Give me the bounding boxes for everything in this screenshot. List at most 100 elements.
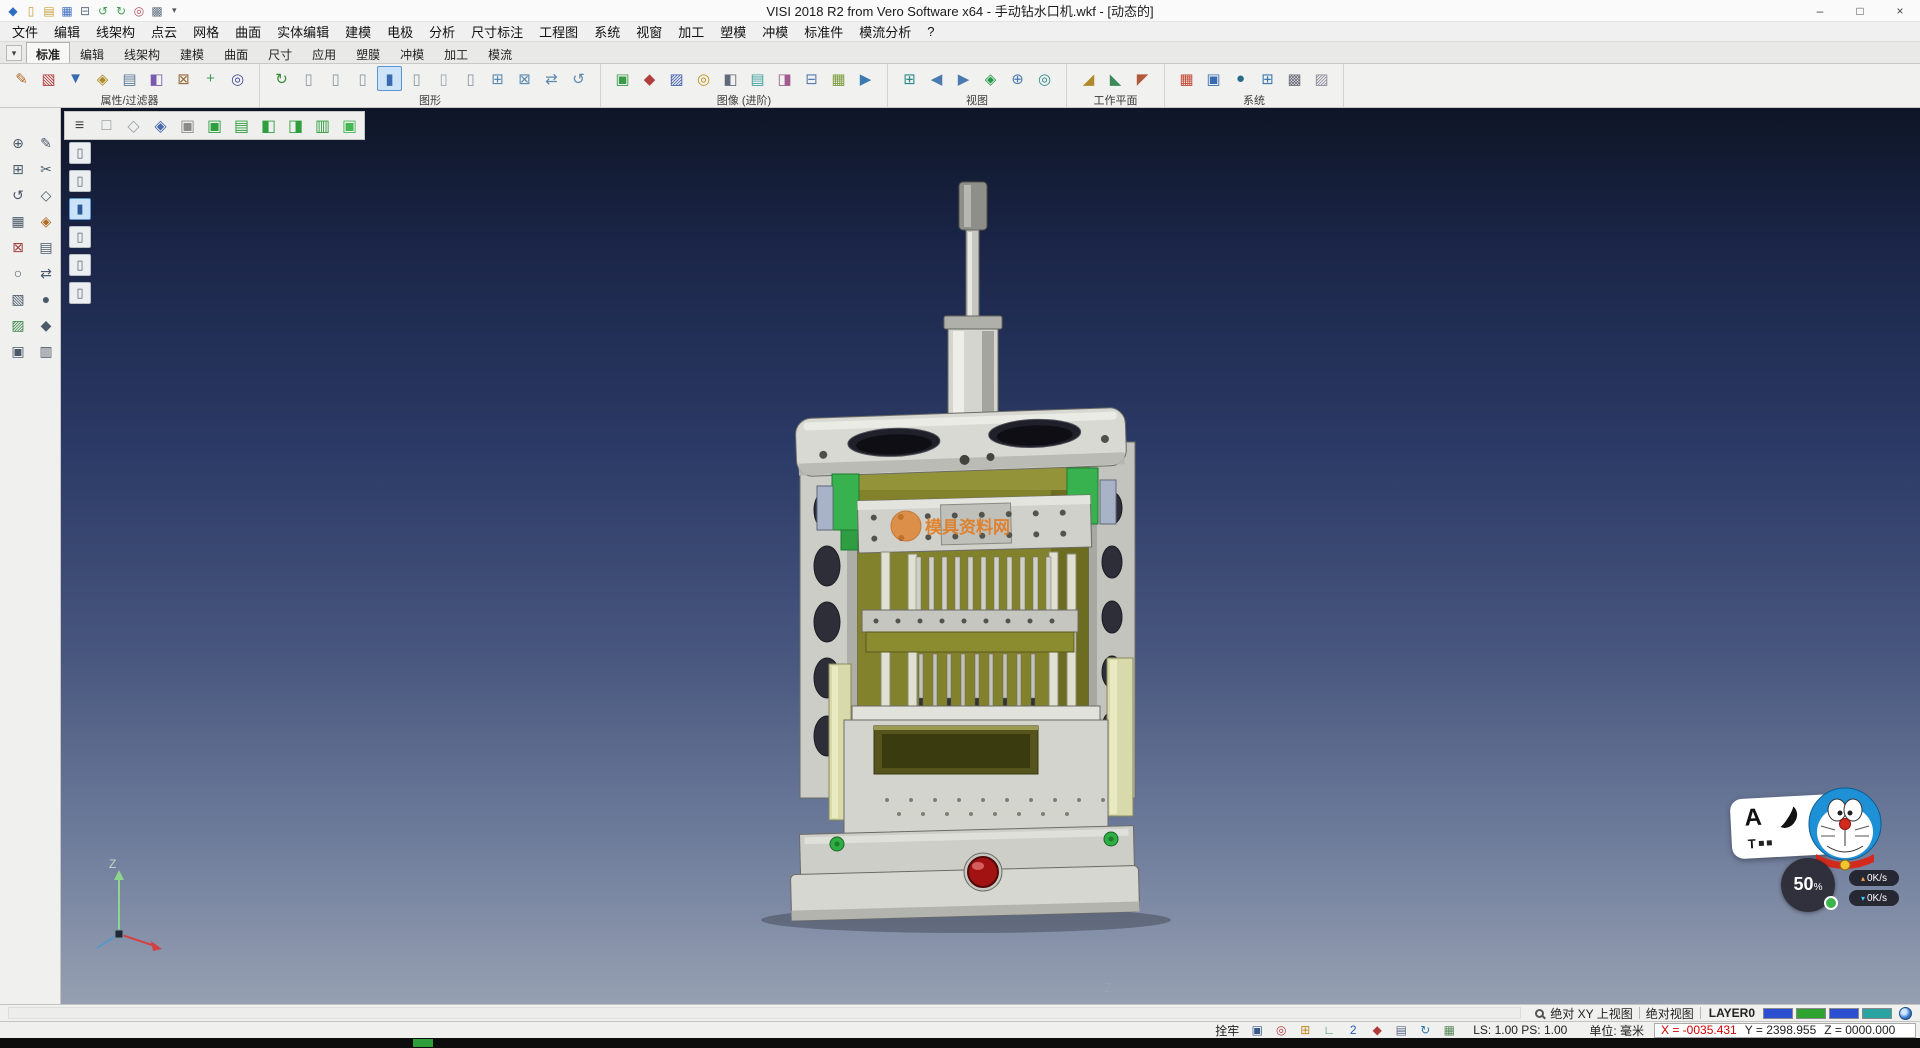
refresh-view-icon[interactable]: ↻: [269, 66, 294, 91]
surface-tool-icon[interactable]: ▨: [6, 313, 30, 337]
menu-item[interactable]: 编辑: [46, 21, 88, 42]
redo-icon[interactable]: ↻: [112, 2, 130, 20]
menu-item[interactable]: 系统: [586, 21, 628, 42]
redraw-icon[interactable]: ▯: [296, 66, 321, 91]
menu-item[interactable]: 模流分析: [851, 21, 919, 42]
search-icon[interactable]: [1535, 1009, 1544, 1018]
machine-base[interactable]: [790, 826, 1139, 921]
view-axes-cube-icon[interactable]: ◈: [148, 113, 173, 138]
world-icon[interactable]: ●: [1228, 66, 1253, 91]
ribbon-tab[interactable]: 编辑: [70, 42, 114, 63]
filter-type-icon[interactable]: ◧: [144, 66, 169, 91]
trim-tool-icon[interactable]: ✂: [34, 157, 58, 181]
layer-color-swatch[interactable]: [1862, 1008, 1892, 1019]
ribbon-tab[interactable]: 模流: [478, 42, 522, 63]
minimize-button[interactable]: –: [1800, 0, 1840, 21]
view-menu-icon[interactable]: ≡: [67, 113, 92, 138]
snap-grid-tool-icon[interactable]: ⊞: [6, 157, 30, 181]
rotate-view-icon[interactable]: ↺: [566, 66, 591, 91]
ribbon-tab[interactable]: 线架构: [114, 42, 170, 63]
menu-item[interactable]: 曲面: [227, 21, 269, 42]
ribbon-tab[interactable]: 尺寸: [258, 42, 302, 63]
tab-caret-icon[interactable]: ▾: [6, 45, 22, 61]
doc-slot-icon-4[interactable]: ▯: [69, 226, 91, 248]
section-view-icon[interactable]: ◨: [772, 66, 797, 91]
plane-tool-icon[interactable]: ▣: [6, 339, 30, 363]
settings-icon[interactable]: ▩: [148, 2, 166, 20]
view-zoom-icon[interactable]: ⊕: [1005, 66, 1030, 91]
menu-item[interactable]: 分析: [421, 21, 463, 42]
doc-slot-icon-6[interactable]: ▯: [69, 282, 91, 304]
taskbar-app-indicator[interactable]: [413, 1039, 433, 1047]
display-settings-icon[interactable]: ▣: [1201, 66, 1226, 91]
menu-item[interactable]: 塑模: [712, 21, 754, 42]
view-wire-cube-icon[interactable]: ◇: [121, 113, 146, 138]
doc-slot-icon-3[interactable]: ▮: [69, 198, 91, 220]
view-refit-icon[interactable]: ◎: [1032, 66, 1057, 91]
menu-item[interactable]: 文件: [4, 21, 46, 42]
filter-selection-icon[interactable]: ▼: [63, 66, 88, 91]
print-icon[interactable]: ⊟: [76, 2, 94, 20]
menu-item[interactable]: 工程图: [531, 21, 586, 42]
menu-item[interactable]: 尺寸标注: [463, 21, 531, 42]
layer-color-swatch[interactable]: [1829, 1008, 1859, 1019]
qat-caret-icon[interactable]: ▾: [166, 5, 183, 16]
ribbon-tab[interactable]: 塑膜: [346, 42, 390, 63]
maximize-button[interactable]: □: [1840, 0, 1880, 21]
doc-slot-icon-1[interactable]: ▯: [69, 142, 91, 164]
filter-color-icon[interactable]: ◈: [90, 66, 115, 91]
machine-lower-box[interactable]: [844, 706, 1108, 838]
view-mode-indicator[interactable]: 绝对 XY 上视图: [1550, 1005, 1632, 1022]
ribbon-tab[interactable]: 曲面: [214, 42, 258, 63]
open-doc-icon[interactable]: ▤: [40, 2, 58, 20]
shadow-icon[interactable]: ◧: [718, 66, 743, 91]
view-back-cube-icon[interactable]: ▣: [337, 113, 362, 138]
machine-middle-plates[interactable]: [862, 610, 1078, 652]
layer-color-swatch[interactable]: [1763, 1008, 1793, 1019]
render-settings-icon[interactable]: ▣: [610, 66, 635, 91]
view-reference-indicator[interactable]: 绝对视图: [1646, 1005, 1694, 1022]
undo-icon[interactable]: ↺: [94, 2, 112, 20]
sketch-tool-icon[interactable]: ✎: [34, 131, 58, 155]
grid-display-icon[interactable]: ▦: [1440, 1022, 1458, 1038]
menu-item[interactable]: 建模: [337, 21, 379, 42]
light-icon[interactable]: ◎: [691, 66, 716, 91]
menu-item[interactable]: 线架构: [88, 21, 143, 42]
machine-model[interactable]: 模具资料网 Z Z: [61, 108, 1920, 1004]
ribbon-tab[interactable]: 标准: [26, 42, 70, 63]
snap-target-icon[interactable]: ◎: [1272, 1022, 1290, 1038]
trace-mode-icon[interactable]: ◆: [1368, 1022, 1386, 1038]
view-front-cube-icon[interactable]: ◧: [256, 113, 281, 138]
world-status-icon[interactable]: [1899, 1007, 1912, 1020]
wireframe-icon[interactable]: ▯: [323, 66, 348, 91]
pan-view-icon[interactable]: ⇄: [539, 66, 564, 91]
refresh-coords-icon[interactable]: ↻: [1416, 1022, 1434, 1038]
transparent-view-icon[interactable]: ▯: [431, 66, 456, 91]
rotate-tool-icon[interactable]: ↺: [6, 183, 30, 207]
swap-tool-icon[interactable]: ⇄: [34, 261, 58, 285]
doc-slot-icon-5[interactable]: ▯: [69, 254, 91, 276]
view-previous-icon[interactable]: ◀: [924, 66, 949, 91]
selection-grid-icon[interactable]: ▣: [1248, 1022, 1266, 1038]
element-info-icon[interactable]: ◎: [225, 66, 250, 91]
table-settings-icon[interactable]: ⊞: [1255, 66, 1280, 91]
viewport-3d[interactable]: ≡□◇◈▣▣▤◧◨▥▣ ▯▯▮▯▯▯: [61, 108, 1920, 1004]
menu-item[interactable]: 电极: [379, 21, 421, 42]
profile-tool-icon[interactable]: ◇: [34, 183, 58, 207]
hatch-tool-icon[interactable]: ▧: [6, 287, 30, 311]
view-reset-icon[interactable]: ◎: [130, 2, 148, 20]
view-shaded-cube-icon[interactable]: ▣: [175, 113, 200, 138]
ribbon-tab[interactable]: 应用: [302, 42, 346, 63]
close-button[interactable]: ×: [1880, 0, 1920, 21]
machine-lower-pins[interactable]: [919, 654, 1035, 706]
block-tool-icon[interactable]: ◆: [34, 313, 58, 337]
layers-tool-icon[interactable]: ▤: [34, 235, 58, 259]
menu-item[interactable]: 冲模: [754, 21, 796, 42]
zoom-extents-icon[interactable]: ⊠: [512, 66, 537, 91]
view-left-cube-icon[interactable]: ▥: [310, 113, 335, 138]
filter-layer-icon[interactable]: ▤: [117, 66, 142, 91]
edit-attributes-icon[interactable]: ✎: [9, 66, 34, 91]
material-icon[interactable]: ◆: [637, 66, 662, 91]
texture-icon[interactable]: ▨: [664, 66, 689, 91]
clip-plane-icon[interactable]: ⊟: [799, 66, 824, 91]
